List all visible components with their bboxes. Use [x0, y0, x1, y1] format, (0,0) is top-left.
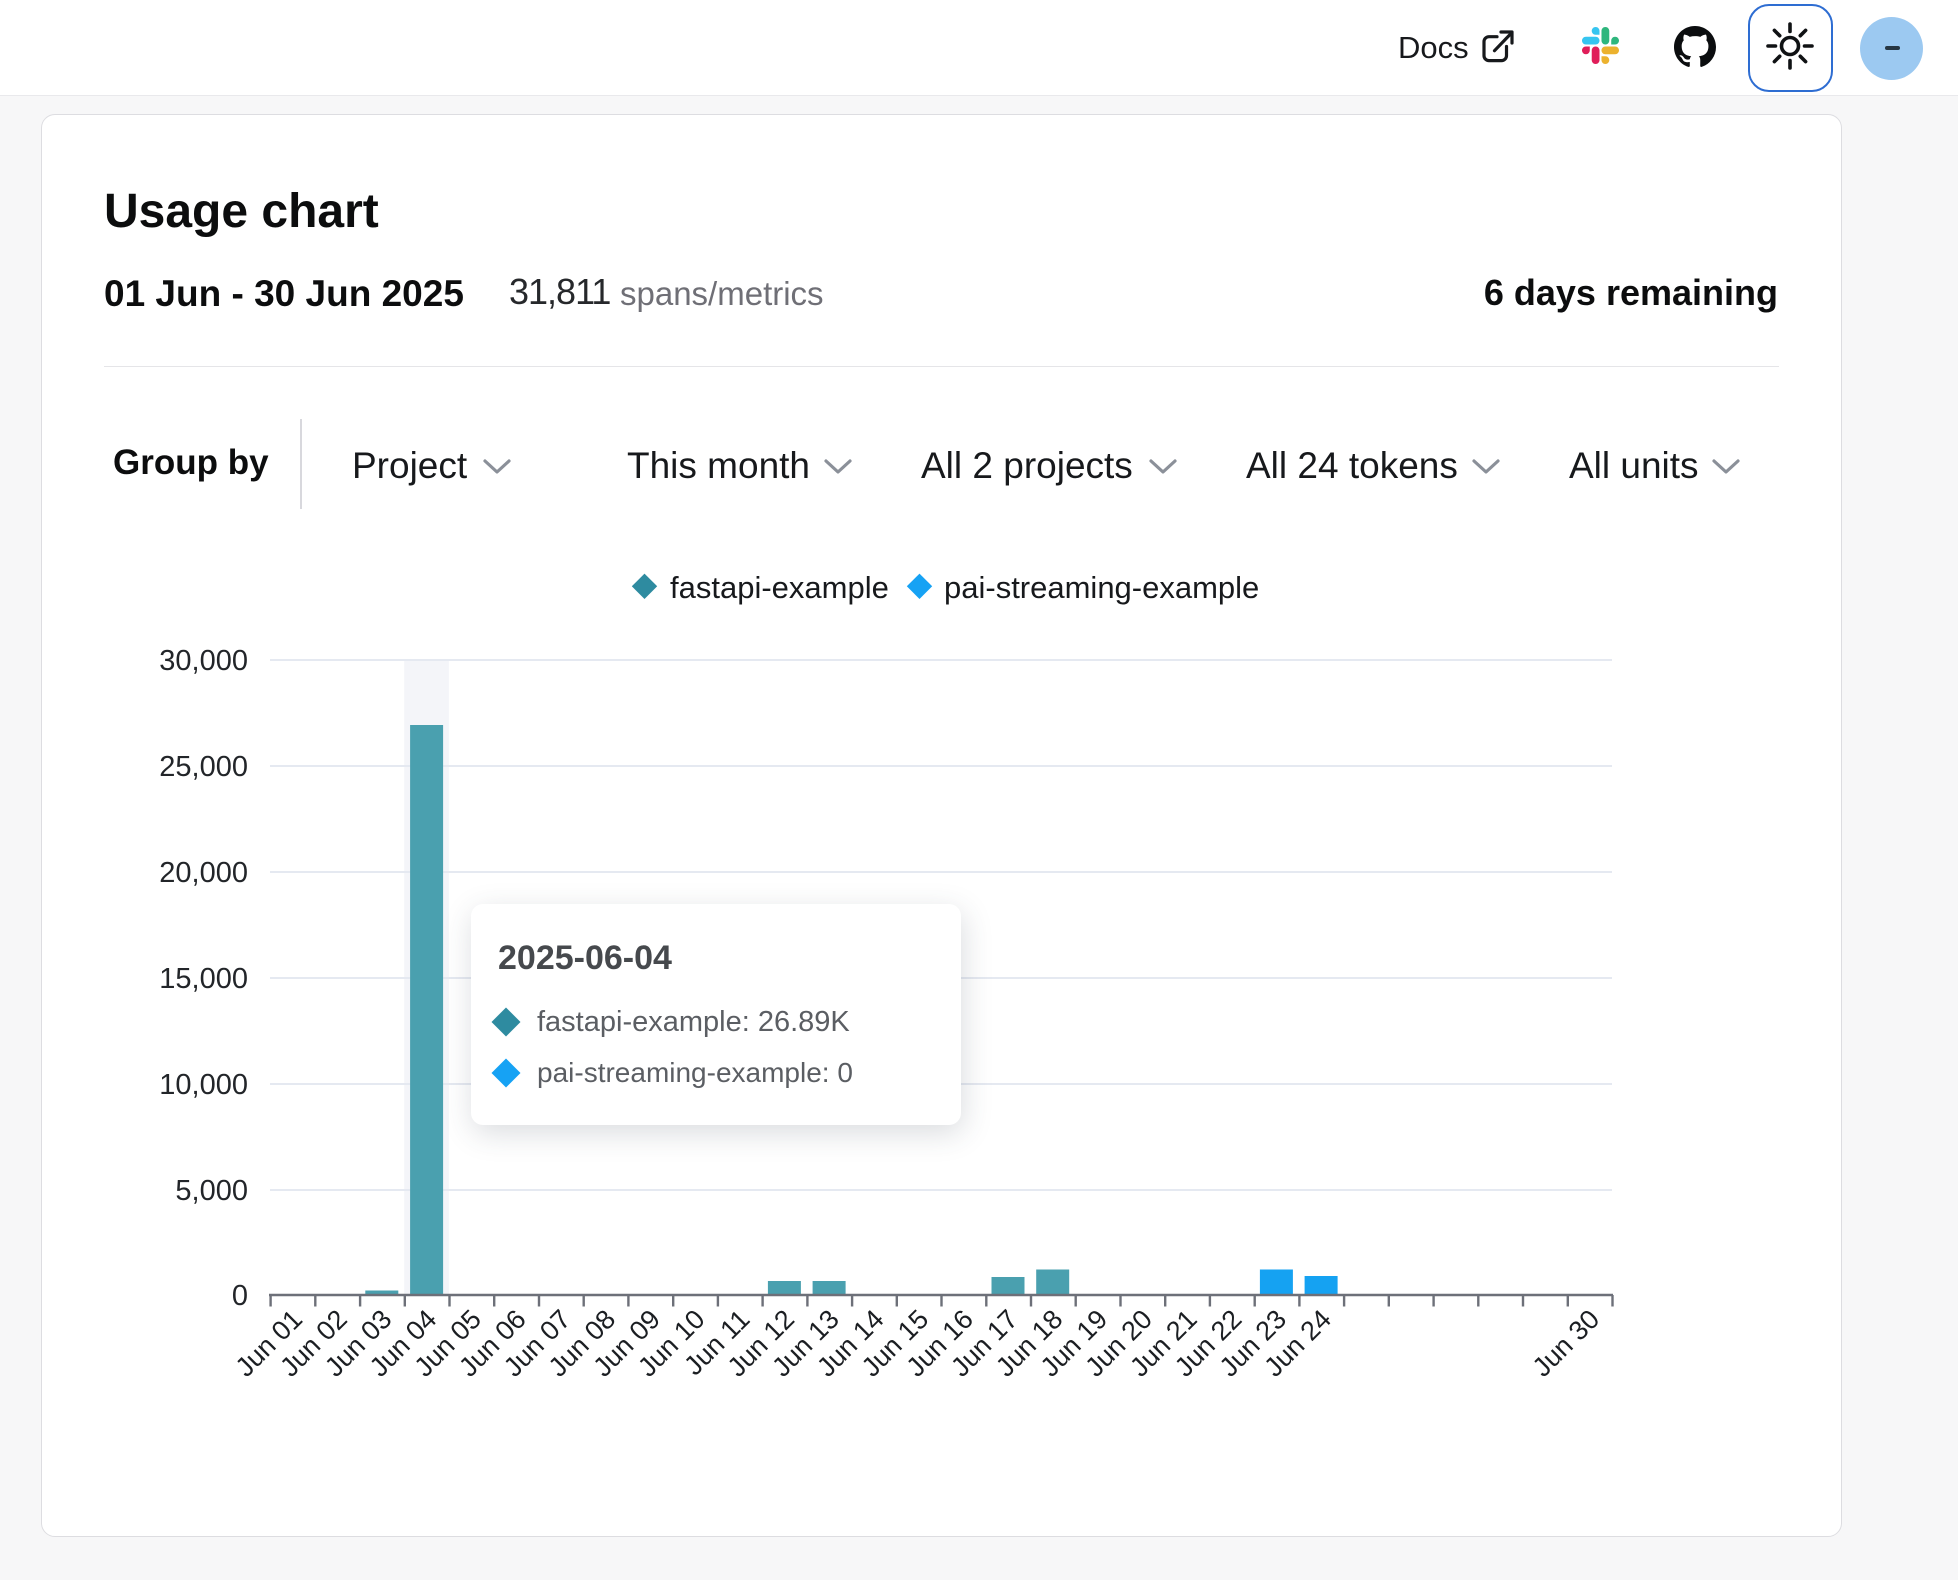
svg-text:20,000: 20,000: [159, 857, 248, 889]
svg-text:pai-streaming-example: pai-streaming-example: [944, 570, 1259, 605]
svg-text:25,000: 25,000: [159, 751, 248, 783]
svg-text:0: 0: [232, 1280, 248, 1312]
svg-text:10,000: 10,000: [159, 1069, 248, 1101]
svg-text:5,000: 5,000: [175, 1175, 248, 1207]
svg-text:fastapi-example: fastapi-example: [670, 570, 889, 605]
svg-text:Jun 30: Jun 30: [1527, 1304, 1606, 1383]
svg-text:15,000: 15,000: [159, 963, 248, 995]
svg-text:30,000: 30,000: [159, 645, 248, 677]
